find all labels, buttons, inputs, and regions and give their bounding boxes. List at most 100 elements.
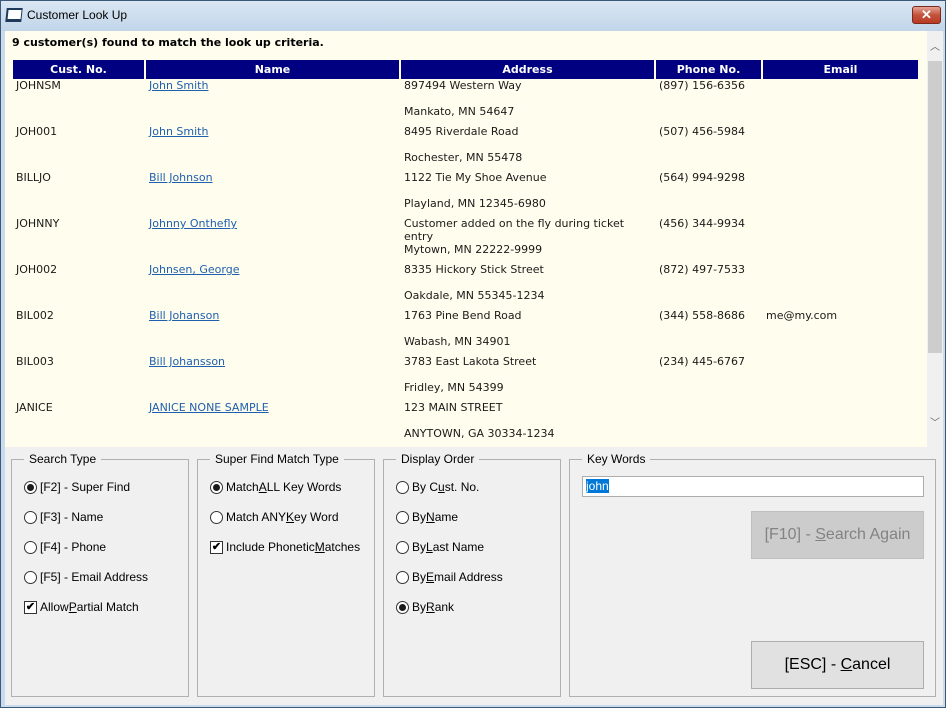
name-cell: Bill Johnson (146, 171, 399, 197)
column-header-cust-no[interactable]: Cust. No. (13, 60, 144, 79)
results-count-message: 9 customer(s) found to match the look up… (12, 36, 324, 49)
address-line2-cell: Wabash, MN 34901 (404, 335, 511, 348)
key-words-input[interactable]: john (582, 476, 924, 497)
customer-name-link[interactable]: Bill Johanson (149, 309, 219, 322)
radio-match-any[interactable]: Match ANY Key Word (210, 509, 339, 525)
table-row: JOHNNY Johnny Onthefly Customer added on… (13, 217, 918, 243)
column-header-name[interactable]: Name (146, 60, 399, 79)
phone-cell: (507) 456-5984 (659, 125, 746, 138)
address-line2-cell: Rochester, MN 55478 (404, 151, 523, 164)
cust-no-cell: JOHNSM (16, 79, 61, 92)
address-line1-cell: 3783 East Lakota Street (404, 355, 537, 368)
radio-by-name[interactable]: By Name (396, 509, 458, 525)
cust-no-cell: JOHNNY (16, 217, 60, 230)
customer-name-link[interactable]: Bill Johansson (149, 355, 225, 368)
checkmark-icon[interactable]: ✔ (24, 600, 37, 614)
radio-indicator[interactable] (396, 480, 409, 494)
column-header-email[interactable]: Email (763, 60, 918, 79)
table-row: JOHNSM John Smith 897494 Western Way (89… (13, 79, 918, 105)
column-header-address[interactable]: Address (401, 60, 654, 79)
table-row: BILLJO Bill Johnson 1122 Tie My Shoe Ave… (13, 171, 918, 197)
table-row-continuation: Wabash, MN 34901 (13, 335, 918, 355)
radio-indicator[interactable] (24, 570, 37, 584)
customer-name-link[interactable]: Johnny Onthefly (149, 217, 237, 230)
email-cell: me@my.com (766, 309, 838, 322)
radio-indicator[interactable] (210, 480, 223, 494)
address-line2-cell: Mankato, MN 54647 (404, 105, 515, 118)
checkmark-icon[interactable]: ✔ (210, 540, 223, 554)
table-row-continuation: Oakdale, MN 55345-1234 (13, 289, 918, 309)
close-button[interactable]: ✕ (912, 6, 941, 24)
address-line2-cell: Fridley, MN 54399 (404, 381, 504, 394)
address-line2-cell: Playland, MN 12345-6980 (404, 197, 546, 210)
name-cell: John Smith (146, 125, 399, 151)
customer-name-link[interactable]: Bill Johnson (149, 171, 213, 184)
radio-by-last-name[interactable]: By Last Name (396, 539, 484, 555)
address-line1-cell: 1763 Pine Bend Road (404, 309, 522, 322)
address-line2-cell: Oakdale, MN 55345-1234 (404, 289, 545, 302)
name-cell: John Smith (146, 79, 399, 105)
column-header-phone[interactable]: Phone No. (656, 60, 761, 79)
cust-no-cell: JOH001 (16, 125, 58, 138)
checkbox-allow-partial-match[interactable]: ✔ Allow Partial Match (24, 599, 139, 615)
radio-indicator[interactable] (396, 600, 409, 614)
table-row: JOH002 Johnsen, George 8335 Hickory Stic… (13, 263, 918, 289)
radio-email-address[interactable]: [F5] - Email Address (24, 569, 148, 585)
customer-results-table: Cust. No. Name Address Phone No. Email J… (11, 60, 920, 447)
radio-by-email-address[interactable]: By Email Address (396, 569, 503, 585)
radio-indicator[interactable] (24, 480, 37, 494)
customer-name-link[interactable]: John Smith (149, 79, 208, 92)
customer-name-link[interactable]: JANICE NONE SAMPLE (149, 401, 269, 414)
display-order-group: Display Order By Cu st. No. By Name By La… (383, 452, 561, 697)
cust-no-cell: JANICE (16, 401, 53, 414)
results-vertical-scrollbar[interactable]: ︿ ﹀ (927, 31, 943, 447)
match-type-group: Super Find Match Type Match A LL Key Word… (197, 452, 375, 697)
search-type-group: Search Type [F2] - Super Find [F3] - Nam… (11, 452, 189, 697)
email-cell (763, 355, 918, 381)
table-row-continuation: ANYTOWN, GA 30334-1234 (13, 427, 918, 447)
cancel-button[interactable]: [ESC] - Cancel (751, 641, 924, 689)
phone-cell: (234) 445-6767 (659, 355, 746, 368)
radio-indicator[interactable] (24, 540, 37, 554)
radio-by-cust-no[interactable]: By Cu st. No. (396, 479, 479, 495)
radio-indicator[interactable] (396, 510, 409, 524)
phone-cell (656, 401, 761, 427)
radio-phone[interactable]: [F4] - Phone (24, 539, 106, 555)
checkbox-include-phonetic[interactable]: ✔ Include Phonetic Matches (210, 539, 360, 555)
table-row: BIL003 Bill Johansson 3783 East Lakota S… (13, 355, 918, 381)
scroll-down-button[interactable]: ﹀ (927, 415, 943, 433)
phone-cell: (897) 156-6356 (659, 79, 746, 92)
radio-indicator[interactable] (396, 570, 409, 584)
address-line1-cell: 8495 Riverdale Road (404, 125, 519, 138)
key-words-value: john (586, 479, 609, 493)
email-cell (763, 401, 918, 427)
customer-name-link[interactable]: Johnsen, George (149, 263, 239, 276)
name-cell: Johnsen, George (146, 263, 399, 289)
dialog-client-area: 9 customer(s) found to match the look up… (5, 31, 943, 705)
scroll-up-button[interactable]: ︿ (927, 39, 943, 57)
address-line1-cell: 123 MAIN STREET (404, 401, 503, 414)
radio-indicator[interactable] (210, 510, 223, 524)
table-row-continuation: Fridley, MN 54399 (13, 381, 918, 401)
radio-match-all[interactable]: Match A LL Key Words (210, 479, 341, 495)
search-again-button[interactable]: [F10] - Search Again (751, 511, 924, 559)
radio-indicator[interactable] (396, 540, 409, 554)
address-line1-cell: 1122 Tie My Shoe Avenue (404, 171, 547, 184)
key-words-legend: Key Words (582, 452, 651, 466)
results-panel: 9 customer(s) found to match the look up… (5, 31, 927, 447)
table-header-row: Cust. No. Name Address Phone No. Email (13, 60, 918, 79)
scrollbar-thumb[interactable] (928, 61, 942, 353)
name-cell: Bill Johanson (146, 309, 399, 335)
customer-name-link[interactable]: John Smith (149, 125, 208, 138)
name-cell: Bill Johansson (146, 355, 399, 381)
cust-no-cell: JOH002 (16, 263, 58, 276)
radio-name[interactable]: [F3] - Name (24, 509, 103, 525)
address-line2-cell: ANYTOWN, GA 30334-1234 (404, 427, 555, 440)
email-cell (763, 217, 918, 243)
email-cell (763, 171, 918, 197)
radio-indicator[interactable] (24, 510, 37, 524)
radio-by-rank[interactable]: By Rank (396, 599, 454, 615)
address-line2-cell: Mytown, MN 22222-9999 (404, 243, 543, 256)
radio-super-find[interactable]: [F2] - Super Find (24, 479, 130, 495)
phone-cell: (872) 497-7533 (659, 263, 746, 276)
